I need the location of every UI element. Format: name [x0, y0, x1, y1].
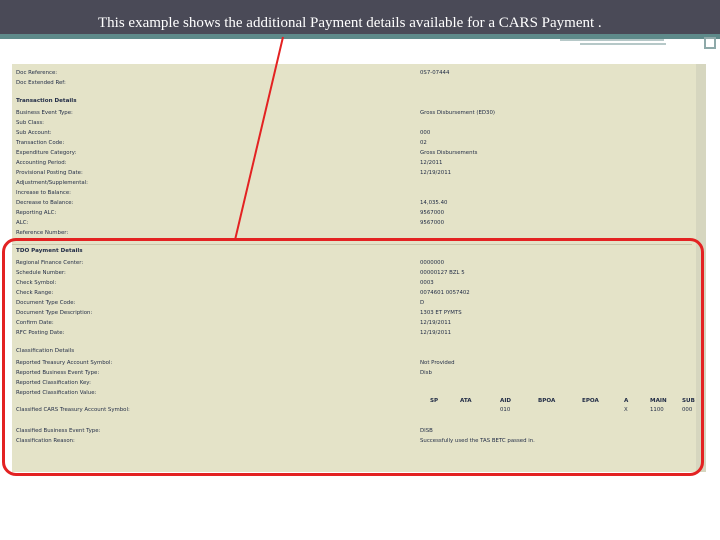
detail-label: ALC: — [16, 220, 29, 226]
detail-value: 12/2011 — [420, 160, 443, 166]
detail-label: Increase to Balance: — [16, 190, 71, 196]
detail-value: 02 — [420, 140, 427, 146]
detail-label: Reporting ALC: — [16, 210, 57, 216]
detail-row: Increase to Balance: — [12, 188, 702, 198]
detail-value: Gross Disbursements — [420, 150, 478, 156]
decorative-square — [704, 37, 716, 49]
detail-value: 14,035.40 — [420, 200, 448, 206]
detail-label: Provisional Posting Date: — [16, 170, 83, 176]
detail-label: Sub Class: — [16, 120, 44, 126]
detail-row: Doc Extended Ref: — [12, 78, 702, 88]
detail-row: Adjustment/Supplemental: — [12, 178, 702, 188]
decorative-lines — [560, 38, 700, 50]
detail-row: Business Event Type: Gross Disbursement (… — [12, 108, 702, 118]
detail-value: 000 — [420, 130, 431, 136]
detail-row: Transaction Code: 02 — [12, 138, 702, 148]
detail-label: Doc Reference: — [16, 70, 58, 76]
detail-label: Adjustment/Supplemental: — [16, 180, 88, 186]
detail-row: Accounting Period: 12/2011 — [12, 158, 702, 168]
detail-row: Expenditure Category: Gross Disbursements — [12, 148, 702, 158]
detail-value: 0S7-07444 — [420, 70, 450, 76]
slide-title-bar: This example shows the additional Paymen… — [0, 0, 720, 34]
detail-value: Gross Disbursement (ED30) — [420, 110, 495, 116]
detail-label: Sub Account: — [16, 130, 52, 136]
detail-label: Reference Number: — [16, 230, 69, 236]
detail-value: 9567000 — [420, 220, 445, 226]
detail-row: Provisional Posting Date: 12/19/2011 — [12, 168, 702, 178]
detail-label: Doc Extended Ref: — [16, 80, 66, 86]
slide-title: This example shows the additional Paymen… — [98, 15, 602, 31]
detail-row: Decrease to Balance: 14,035.40 — [12, 198, 702, 208]
detail-value: 12/19/2011 — [420, 170, 452, 176]
detail-label: Business Event Type: — [16, 110, 73, 116]
detail-label: Accounting Period: — [16, 160, 67, 166]
detail-label: Transaction Code: — [16, 140, 65, 146]
transaction-details-header: Transaction Details — [16, 98, 77, 104]
detail-label: Decrease to Balance: — [16, 200, 74, 206]
detail-row: Sub Class: — [12, 118, 702, 128]
detail-row: Reference Number: — [12, 228, 702, 238]
detail-row: Doc Reference: 0S7-07444 — [12, 68, 702, 78]
detail-label: Expenditure Category: — [16, 150, 77, 156]
detail-row: Reporting ALC: 9567000 — [12, 208, 702, 218]
detail-row: Sub Account: 000 — [12, 128, 702, 138]
detail-row: ALC: 9567000 — [12, 218, 702, 228]
detail-value: 9567000 — [420, 210, 445, 216]
highlight-box — [2, 238, 704, 476]
